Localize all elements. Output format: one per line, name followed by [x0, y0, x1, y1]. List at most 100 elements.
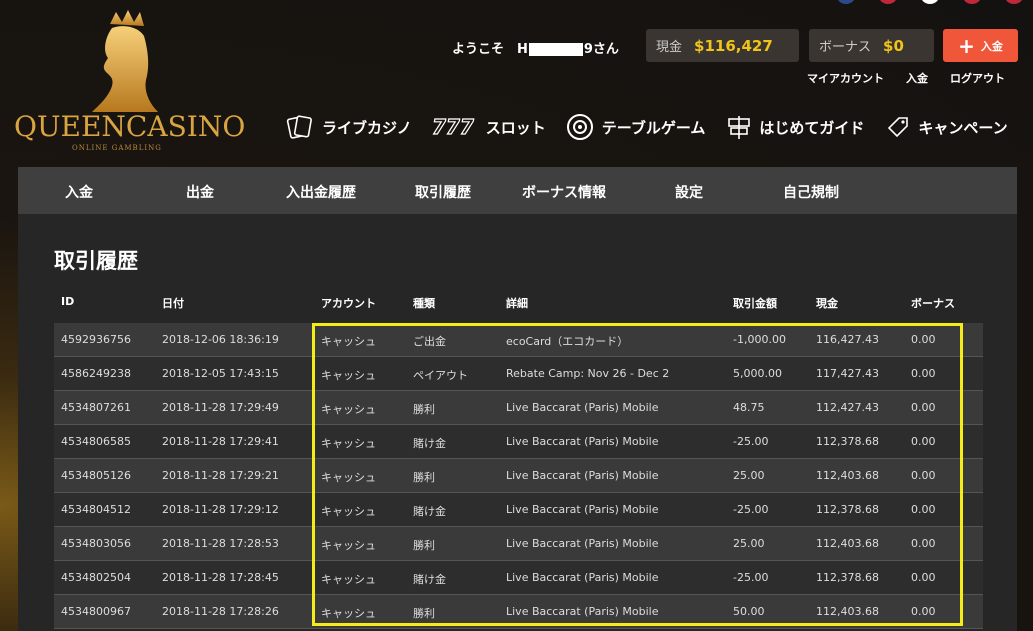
- flag-uk-icon[interactable]: [836, 0, 856, 4]
- table-cell: キャッシュ: [321, 607, 376, 620]
- table-cell: 25.00: [733, 537, 765, 550]
- table-cell: キャッシュ: [321, 437, 376, 450]
- table-cell: 4534804512: [61, 503, 131, 516]
- table-cell: 0.00: [911, 571, 936, 584]
- table-cell: キャッシュ: [321, 403, 376, 416]
- flag-icon[interactable]: [1004, 0, 1024, 4]
- tab-bonus-info[interactable]: ボーナス情報: [522, 182, 606, 202]
- table-cell: 0.00: [911, 469, 936, 482]
- main-nav: ライブカジノ 777 スロット テーブルゲーム はじめてガイド キャンペーン: [286, 112, 1008, 142]
- table-cell: 2018-11-28 17:29:49: [162, 401, 279, 414]
- nav-campaign[interactable]: キャンペーン: [886, 112, 1008, 142]
- table-row: 4534802504 2018-11-28 17:28:45 キャッシュ 賭け金 Liv…: [54, 561, 983, 595]
- table-cell: 112,403.68: [816, 537, 879, 550]
- table-cell: 勝利: [413, 471, 435, 484]
- table-row: 4534803056 2018-11-28 17:28:53 キャッシュ 勝利 Live…: [54, 527, 983, 561]
- svg-text:777: 777: [432, 115, 474, 139]
- table-cell: キャッシュ: [321, 539, 376, 552]
- table-cell: 112,403.68: [816, 469, 879, 482]
- table-cell: 2018-11-28 17:29:21: [162, 469, 279, 482]
- tab-deposit-withdraw-history[interactable]: 入出金履歴: [286, 182, 356, 202]
- table-cell: -1,000.00: [733, 333, 786, 346]
- page-title: 取引履歴: [54, 249, 138, 273]
- queen-casino-logo[interactable]: QUEENCASINO ONLINE GAMBLING: [14, 6, 245, 156]
- table-cell: 48.75: [733, 401, 765, 414]
- cash-value: $116,427: [694, 36, 773, 55]
- table-row: 4586249238 2018-12-05 17:43:15 キャッシュ ペイアウト R…: [54, 357, 983, 391]
- table-cell: Live Baccarat (Paris) Mobile: [506, 435, 659, 448]
- tab-self-exclusion[interactable]: 自己規制: [783, 182, 839, 202]
- table-cell: Live Baccarat (Paris) Mobile: [506, 503, 659, 516]
- flag-jp-icon[interactable]: [920, 0, 940, 4]
- table-cell: 112,427.43: [816, 401, 879, 414]
- table-cell: 4592936756: [61, 333, 131, 346]
- plus-icon: +: [958, 33, 975, 58]
- logo-text: QUEENCASINO: [14, 110, 246, 143]
- table-cell: 0.00: [911, 435, 936, 448]
- table-cell: 4534802504: [61, 571, 131, 584]
- table-row: 4534807261 2018-11-28 17:29:49 キャッシュ 勝利 Live…: [54, 391, 983, 425]
- table-cell: 112,378.68: [816, 435, 879, 448]
- table-cell: Live Baccarat (Paris) Mobile: [506, 571, 659, 584]
- table-cell: 0.00: [911, 537, 936, 550]
- nav-beginner-guide[interactable]: はじめてガイド: [727, 112, 864, 142]
- table-cell: ご出金: [413, 335, 446, 348]
- table-row: 4534800967 2018-11-28 17:28:26 キャッシュ 勝利 Live…: [54, 595, 983, 629]
- table-cell: 勝利: [413, 403, 435, 416]
- table-cell: 112,378.68: [816, 571, 879, 584]
- deposit-link[interactable]: 入金: [906, 70, 928, 86]
- table-cell: 賭け金: [413, 573, 446, 586]
- table-cell: 0.00: [911, 367, 936, 380]
- tab-transaction-history[interactable]: 取引履歴: [415, 182, 471, 202]
- account-links: マイアカウント 入金 ログアウト: [807, 70, 1005, 86]
- table-cell: 0.00: [911, 605, 936, 618]
- tab-deposit[interactable]: 入金: [65, 182, 93, 202]
- table-cell: ペイアウト: [413, 369, 468, 382]
- masked-username: [528, 43, 583, 56]
- table-row: 4534804512 2018-11-28 17:29:12 キャッシュ 賭け金 Liv…: [54, 493, 983, 527]
- table-cell: 117,427.43: [816, 367, 879, 380]
- account-panel: 入金 出金 入出金履歴 取引履歴 ボーナス情報 設定 自己規制 取引履歴 ID …: [18, 167, 1017, 631]
- roulette-icon: [566, 114, 593, 140]
- table-cell: 4534803056: [61, 537, 131, 550]
- table-cell: キャッシュ: [321, 505, 376, 518]
- tab-withdraw[interactable]: 出金: [186, 182, 214, 202]
- table-cell: 4534807261: [61, 401, 131, 414]
- queen-silhouette-icon: [92, 10, 158, 112]
- welcome-text: ようこそ H 9さん: [452, 42, 619, 57]
- table-cell: -25.00: [733, 435, 769, 448]
- tab-settings[interactable]: 設定: [675, 182, 703, 202]
- flag-icon[interactable]: [962, 0, 982, 4]
- table-cell: 勝利: [413, 607, 435, 620]
- table-cell: Live Baccarat (Paris) Mobile: [506, 401, 659, 414]
- nav-table-games[interactable]: テーブルゲーム: [566, 112, 705, 142]
- signpost-icon: [728, 116, 751, 139]
- logout-link[interactable]: ログアウト: [950, 70, 1005, 86]
- table-header: ID 日付 アカウント 種類 詳細 取引金額 現金 ボーナス: [61, 295, 955, 310]
- table-cell: 4534800967: [61, 605, 131, 618]
- table-cell: Rebate Camp: Nov 26 - Dec 2: [506, 367, 670, 380]
- table-cell: キャッシュ: [321, 573, 376, 586]
- table-cell: 112,403.68: [816, 605, 879, 618]
- table-cell: 25.00: [733, 469, 765, 482]
- 777-icon: 777: [431, 114, 474, 139]
- nav-live-casino[interactable]: ライブカジノ: [286, 112, 412, 142]
- my-account-link[interactable]: マイアカウント: [807, 70, 884, 86]
- table-cell: 4586249238: [61, 367, 131, 380]
- table-cell: 4534805126: [61, 469, 131, 482]
- deposit-button[interactable]: + 入金: [943, 29, 1018, 62]
- table-cell: キャッシュ: [321, 335, 376, 348]
- table-cell: 4534806585: [61, 435, 131, 448]
- table-cell: 0.00: [911, 401, 936, 414]
- table-cell: 勝利: [413, 539, 435, 552]
- table-row: 4534806585 2018-11-28 17:29:41 キャッシュ 賭け金 Liv…: [54, 425, 983, 459]
- table-cell: 5,000.00: [733, 367, 782, 380]
- table-cell: キャッシュ: [321, 471, 376, 484]
- bonus-value: $0: [883, 36, 904, 55]
- tag-icon: [888, 117, 909, 138]
- logo-subtitle: ONLINE GAMBLING: [72, 144, 162, 152]
- table-cell: Live Baccarat (Paris) Mobile: [506, 605, 659, 618]
- nav-slots[interactable]: 777 スロット: [430, 112, 546, 142]
- flag-icon[interactable]: [878, 0, 898, 4]
- bonus-label: ボーナス: [819, 40, 872, 55]
